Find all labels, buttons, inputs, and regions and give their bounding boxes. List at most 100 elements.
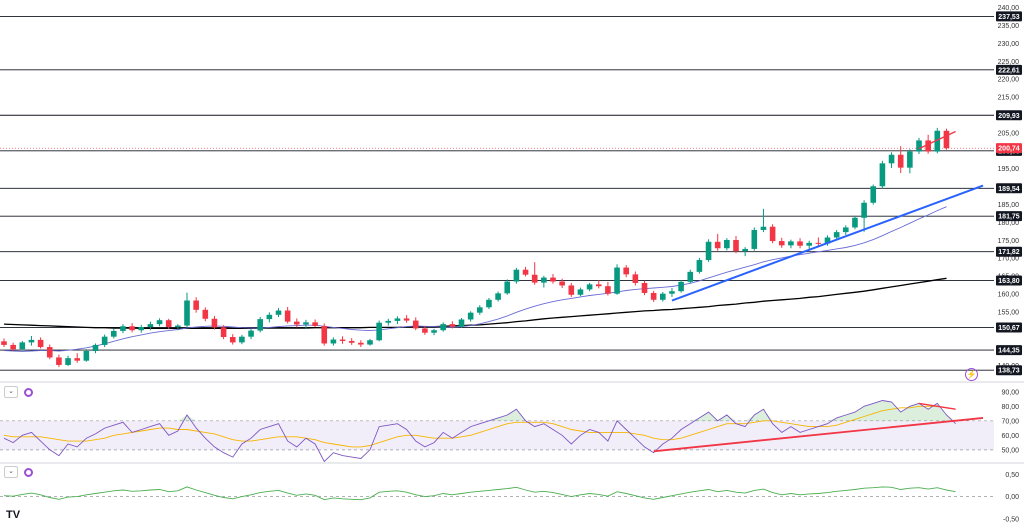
candle-body <box>687 271 694 282</box>
candle-body <box>806 242 812 246</box>
candle-body <box>37 339 44 348</box>
candle-body <box>376 322 382 341</box>
price-tick-label: 230,00 <box>998 41 1020 48</box>
level-price-label: 144,35 <box>998 348 1020 355</box>
price-tick-label: 215,00 <box>998 95 1020 102</box>
candle-body <box>239 336 245 343</box>
candle-body <box>632 274 639 283</box>
candle-body <box>760 226 767 230</box>
candle-body <box>229 337 236 343</box>
candle-body <box>495 293 501 300</box>
rsi-tick-label: 70,00 <box>1001 418 1019 425</box>
momentum-settings-icon[interactable] <box>24 467 33 477</box>
chart-stage: 240,00 235,00 230,00 225,00 220,00 215,00 205,… <box>0 0 1024 527</box>
candle-body <box>943 130 950 149</box>
candle-body <box>56 357 62 365</box>
candle-body <box>330 339 337 344</box>
candle-body <box>916 140 922 152</box>
candle-body <box>714 241 721 249</box>
level-price-label: 237,53 <box>998 14 1020 21</box>
candle-body <box>1 341 7 345</box>
momentum-pane-controls: ⌄ <box>4 466 33 478</box>
candle-body <box>751 229 758 249</box>
candle-body <box>202 309 209 319</box>
candle-body <box>193 300 199 310</box>
momentum-tick-label: 0,50 <box>1005 472 1019 479</box>
candle-body <box>888 154 895 164</box>
chart-svg[interactable]: 240,00 235,00 230,00 225,00 220,00 215,00 205,… <box>0 0 1024 527</box>
price-tick-label: 205,00 <box>998 130 1020 137</box>
candle-body <box>641 282 648 293</box>
rsi-pane-controls: ⌄ <box>4 386 33 398</box>
collapse-rsi-pane-button[interactable]: ⌄ <box>4 386 18 398</box>
candle-body <box>412 320 419 329</box>
candle-body <box>696 260 703 272</box>
candle-body <box>595 284 602 287</box>
level-price-label: 189,54 <box>998 186 1020 193</box>
level-price-label: 171,82 <box>998 249 1020 256</box>
candle-body <box>211 318 218 328</box>
candle-body <box>623 267 629 275</box>
price-tick-label: 185,00 <box>998 202 1020 209</box>
candle-body <box>861 202 867 218</box>
rsi-band-background <box>0 420 994 450</box>
candle-body <box>513 269 520 282</box>
candle-body <box>833 232 840 238</box>
candle-body <box>705 241 712 261</box>
candle-body <box>175 325 181 328</box>
price-tick-label: 225,00 <box>998 59 1020 66</box>
candle-body <box>312 322 318 326</box>
collapse-momentum-pane-button[interactable]: ⌄ <box>4 466 18 478</box>
candle-body <box>248 330 254 337</box>
level-price-label: 150,67 <box>998 325 1020 332</box>
rsi-overbought-fill <box>754 409 764 421</box>
candle-body <box>10 344 16 350</box>
candle-body <box>348 340 355 343</box>
candle-body <box>120 326 126 331</box>
candle-body <box>477 307 483 313</box>
momentum-line <box>3 486 956 501</box>
candle-body <box>303 322 309 325</box>
candle-body <box>74 358 80 361</box>
price-tick-label: 240,00 <box>998 5 1020 12</box>
candle-body <box>852 217 858 228</box>
rsi-overbought-fill <box>891 401 901 421</box>
candle-body <box>19 342 26 350</box>
price-tick-label: 170,00 <box>998 256 1020 263</box>
moving-average-long <box>3 277 947 330</box>
candle-body <box>65 358 71 365</box>
candle-body <box>879 163 886 187</box>
price-tick-label: 160,00 <box>998 292 1020 299</box>
rsi-settings-icon[interactable] <box>24 387 33 397</box>
price-tick-label: 195,00 <box>998 166 1020 173</box>
candle-body <box>101 336 108 345</box>
candle-body <box>165 320 172 328</box>
momentum-tick-label: -0,50 <box>1003 516 1019 523</box>
candle-body <box>577 289 584 295</box>
candle-body <box>92 344 99 351</box>
candle-body <box>367 340 373 345</box>
rsi-overbought-fill <box>187 415 197 421</box>
candle-body <box>843 227 849 233</box>
candle-body <box>467 312 474 320</box>
candle-body <box>907 151 913 168</box>
level-price-label: 222,61 <box>998 67 1020 74</box>
price-tick-label: 155,00 <box>998 309 1020 316</box>
alert-bolt-icon[interactable]: ⚡ <box>965 368 978 381</box>
candle-body <box>778 241 785 246</box>
candle-body <box>184 300 190 326</box>
candle-body <box>266 314 273 320</box>
candle-body <box>403 318 410 321</box>
candle-body <box>605 286 611 294</box>
candle-body <box>422 328 428 333</box>
level-price-label: 163,80 <box>998 278 1020 285</box>
rsi-tick-label: 90,00 <box>1001 389 1019 396</box>
candle-body <box>458 319 465 327</box>
candle-body <box>550 277 556 282</box>
candle-body <box>504 281 511 294</box>
candle-body <box>733 239 739 252</box>
candle-body <box>83 350 90 361</box>
candle-body <box>568 285 575 295</box>
candle-body <box>449 324 456 327</box>
candle-body <box>147 324 154 328</box>
